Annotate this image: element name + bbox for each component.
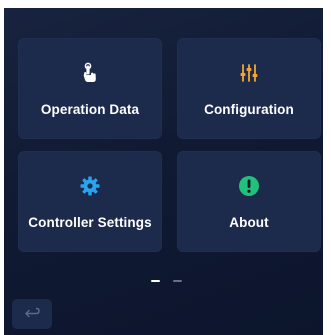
about-label: About <box>229 215 269 230</box>
page-indicator <box>4 280 323 284</box>
controller-settings-label: Controller Settings <box>28 215 152 230</box>
controller-settings-tile[interactable]: Controller Settings <box>18 151 162 252</box>
page-dot-inactive[interactable] <box>173 280 182 282</box>
page-dot-active[interactable] <box>151 280 160 282</box>
return-arrow-icon <box>25 307 40 318</box>
sliders-icon <box>240 64 258 82</box>
configuration-tile[interactable]: Configuration <box>177 38 321 139</box>
main-menu-screen: Operation Data Configuration Controller … <box>4 8 323 335</box>
operation-data-tile[interactable]: Operation Data <box>18 38 162 139</box>
configuration-label: Configuration <box>204 102 294 117</box>
gear-icon <box>80 176 100 196</box>
about-tile[interactable]: About <box>177 151 321 252</box>
back-button[interactable] <box>12 299 52 329</box>
info-icon <box>239 176 259 196</box>
tap-hand-icon <box>83 62 96 82</box>
operation-data-label: Operation Data <box>40 102 140 117</box>
